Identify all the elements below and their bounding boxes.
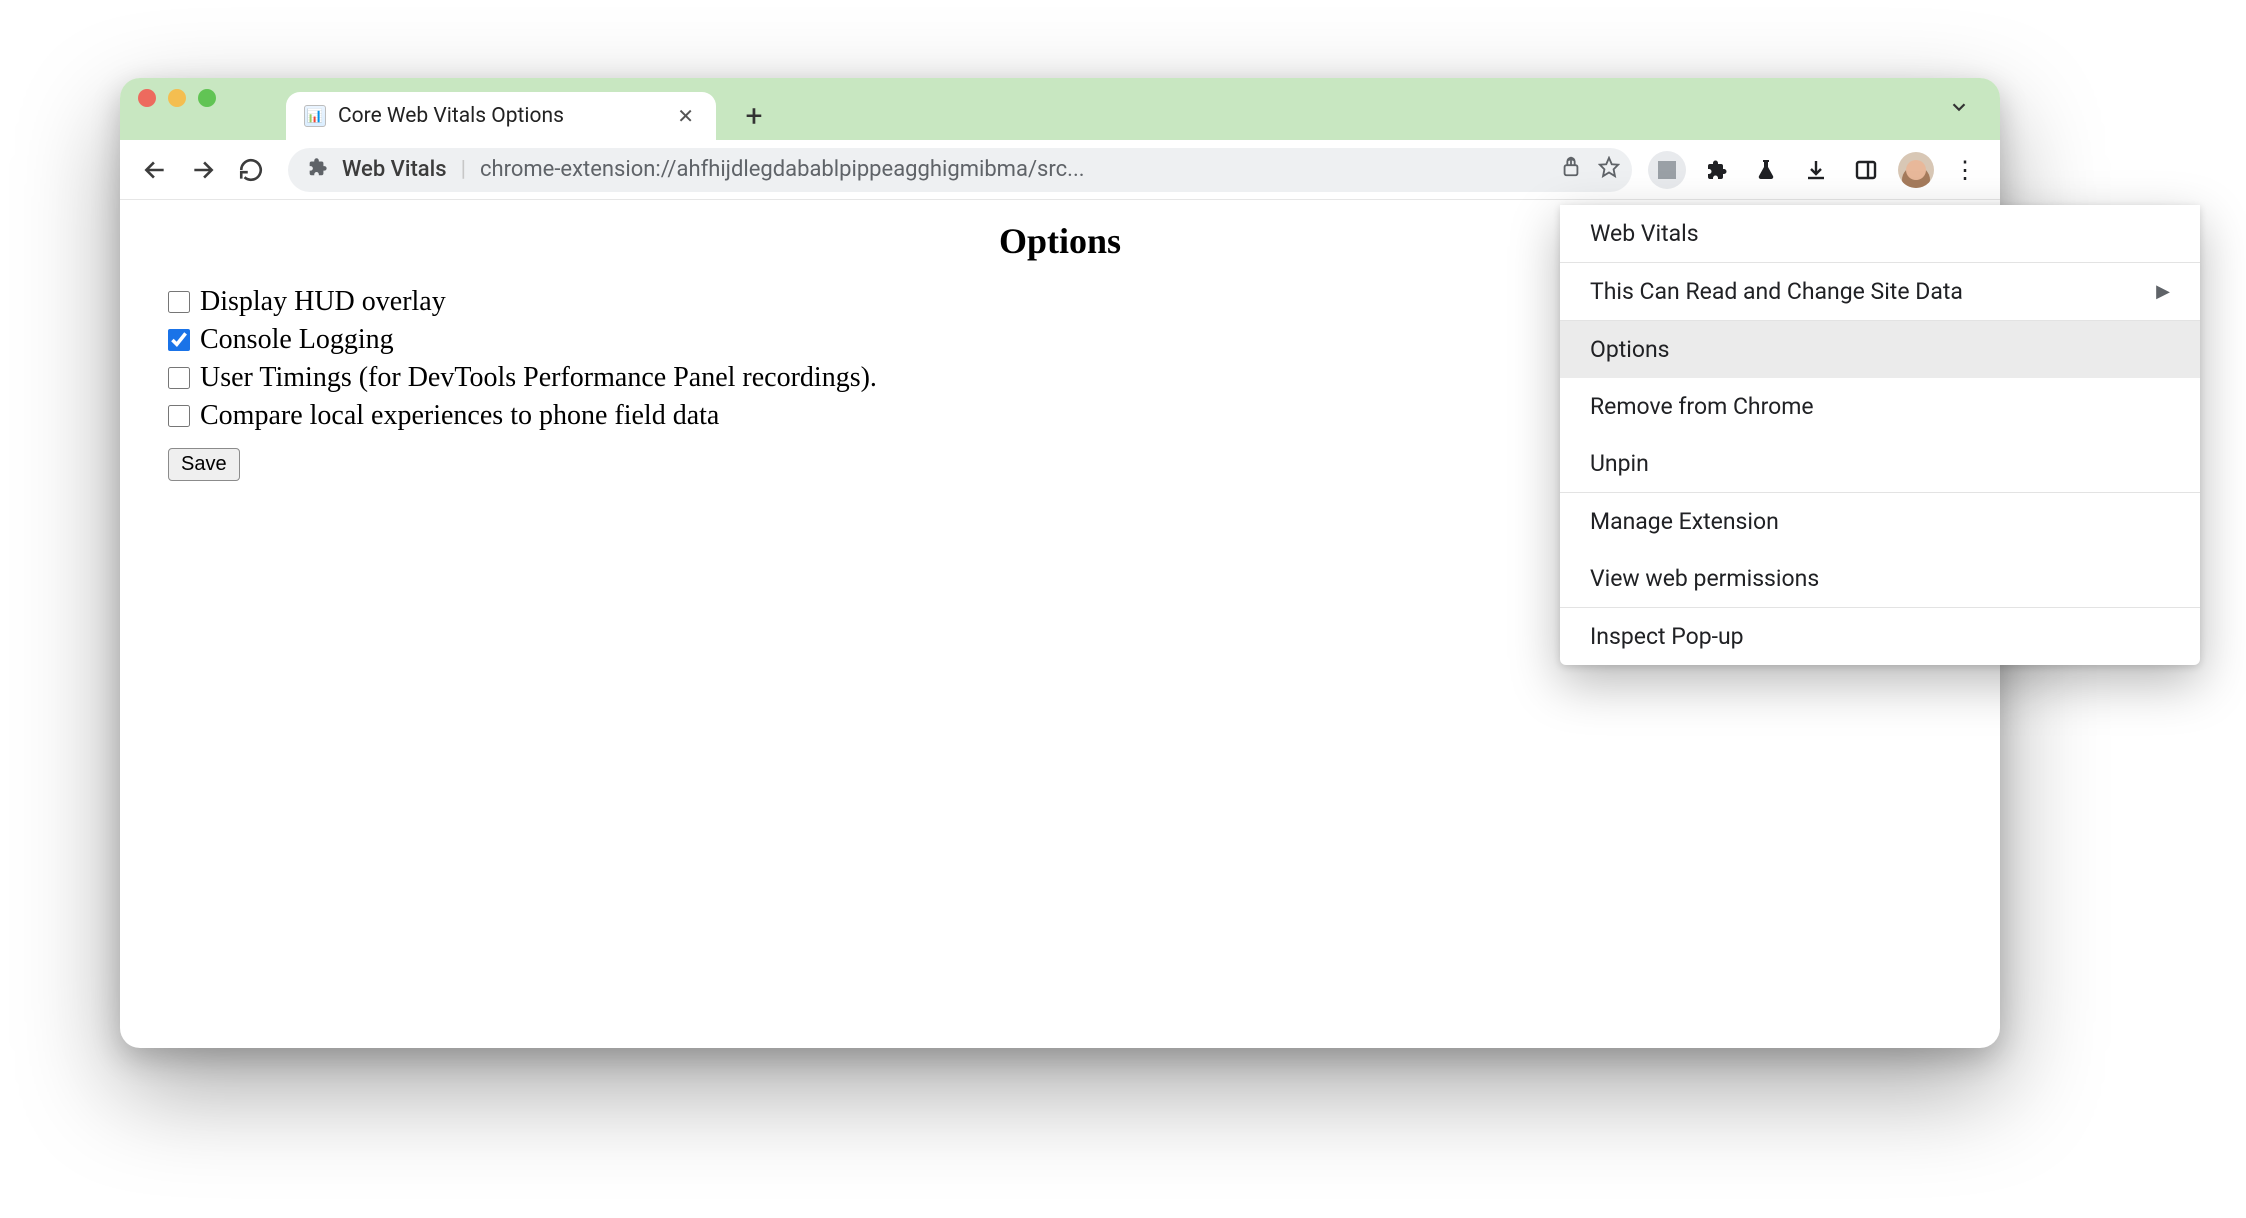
save-button[interactable]: Save bbox=[168, 448, 240, 481]
new-tab-button[interactable]: + bbox=[734, 96, 774, 136]
extension-box-icon[interactable] bbox=[1648, 151, 1686, 189]
window-close-icon[interactable] bbox=[138, 89, 156, 107]
tab-list-chevron-icon[interactable] bbox=[1940, 88, 1978, 131]
window-minimize-icon[interactable] bbox=[168, 89, 186, 107]
extension-context-menu: Web Vitals This Can Read and Change Site… bbox=[1560, 205, 2200, 665]
menu-item-label: Unpin bbox=[1590, 450, 1649, 477]
submenu-arrow-icon: ▶ bbox=[2156, 281, 2170, 302]
menu-item-label: Remove from Chrome bbox=[1590, 393, 1814, 420]
window-maximize-icon[interactable] bbox=[198, 89, 216, 107]
omnibox-url: chrome-extension://ahfhijdlegdabablpippe… bbox=[480, 157, 1546, 182]
option-label: Console Logging bbox=[200, 324, 394, 356]
menu-item-label: This Can Read and Change Site Data bbox=[1590, 278, 1963, 305]
tab-strip: 📊 Core Web Vitals Options ✕ + bbox=[120, 78, 2000, 140]
menu-item-remove[interactable]: Remove from Chrome bbox=[1560, 378, 2200, 435]
tab-close-icon[interactable]: ✕ bbox=[673, 100, 698, 132]
bookmark-star-icon[interactable] bbox=[1598, 156, 1620, 184]
context-menu-header: Web Vitals bbox=[1560, 205, 2200, 262]
checkbox-compare-field-data[interactable] bbox=[168, 405, 190, 427]
menu-item-label: Options bbox=[1590, 336, 1670, 363]
checkbox-display-hud[interactable] bbox=[168, 291, 190, 313]
omnibox-separator: | bbox=[461, 157, 466, 182]
tab-title: Core Web Vitals Options bbox=[338, 104, 661, 128]
forward-button[interactable] bbox=[182, 149, 224, 191]
address-bar[interactable]: Web Vitals | chrome-extension://ahfhijdl… bbox=[288, 148, 1632, 192]
menu-item-manage-extension[interactable]: Manage Extension bbox=[1560, 493, 2200, 550]
checkbox-console-logging[interactable] bbox=[168, 329, 190, 351]
tab-favicon-icon: 📊 bbox=[304, 105, 326, 127]
menu-item-options[interactable]: Options bbox=[1560, 321, 2200, 378]
toolbar-actions: ⋮ bbox=[1648, 150, 1986, 190]
omnibox-site-name: Web Vitals bbox=[342, 157, 447, 182]
menu-item-inspect-popup[interactable]: Inspect Pop-up bbox=[1560, 608, 2200, 665]
profile-avatar[interactable] bbox=[1896, 150, 1936, 190]
option-label: User Timings (for DevTools Performance P… bbox=[200, 362, 877, 394]
browser-menu-icon[interactable]: ⋮ bbox=[1946, 150, 1986, 190]
menu-item-label: Manage Extension bbox=[1590, 508, 1779, 535]
context-menu-title: Web Vitals bbox=[1590, 220, 1699, 247]
menu-item-unpin[interactable]: Unpin bbox=[1560, 435, 2200, 492]
menu-item-label: Inspect Pop-up bbox=[1590, 623, 1744, 650]
labs-flask-icon[interactable] bbox=[1746, 150, 1786, 190]
share-icon[interactable] bbox=[1560, 156, 1582, 184]
option-label: Compare local experiences to phone field… bbox=[200, 400, 719, 432]
option-label: Display HUD overlay bbox=[200, 286, 446, 318]
reload-button[interactable] bbox=[230, 149, 272, 191]
checkbox-user-timings[interactable] bbox=[168, 367, 190, 389]
extensions-puzzle-icon[interactable] bbox=[1696, 150, 1736, 190]
back-button[interactable] bbox=[134, 149, 176, 191]
browser-tab[interactable]: 📊 Core Web Vitals Options ✕ bbox=[286, 92, 716, 140]
browser-toolbar: Web Vitals | chrome-extension://ahfhijdl… bbox=[120, 140, 2000, 200]
downloads-icon[interactable] bbox=[1796, 150, 1836, 190]
extension-puzzle-icon bbox=[306, 156, 328, 184]
menu-item-site-data[interactable]: This Can Read and Change Site Data ▶ bbox=[1560, 263, 2200, 320]
menu-item-label: View web permissions bbox=[1590, 565, 1819, 592]
window-controls bbox=[138, 78, 286, 140]
menu-item-view-permissions[interactable]: View web permissions bbox=[1560, 550, 2200, 607]
side-panel-icon[interactable] bbox=[1846, 150, 1886, 190]
